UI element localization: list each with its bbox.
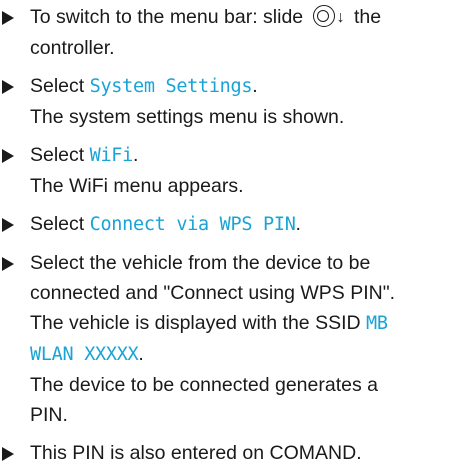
- step-line: This PIN is also entered on COMAND.: [30, 442, 362, 464]
- step-text: To switch to the menu bar: slide: [30, 6, 304, 28]
- step-arrow-icon: [2, 11, 14, 25]
- menu-item-wifi: WiFi: [89, 145, 134, 166]
- step-text: the: [353, 6, 382, 28]
- step-result: PIN.: [30, 404, 68, 426]
- step-text: .: [295, 213, 301, 235]
- step-line: To switch to the menu bar: slide ↓ the: [30, 2, 455, 33]
- step-text: .: [252, 75, 258, 97]
- step-text: Select: [30, 75, 85, 97]
- step-text: Select: [30, 144, 85, 166]
- step-line: Select System Settings.: [30, 71, 455, 102]
- step-result: The device to be connected generates a: [30, 374, 378, 396]
- ssid-label: WLAN XXXXX: [30, 344, 139, 365]
- step-arrow-icon: [2, 257, 14, 271]
- step-select-system-settings: Select System Settings. The system setti…: [0, 71, 455, 132]
- step-line: controller.: [30, 37, 115, 59]
- step-text: Select: [30, 213, 85, 235]
- step-arrow-icon: [2, 218, 14, 232]
- step-line: connected and "Connect using WPS PIN".: [30, 282, 396, 304]
- step-result: The vehicle is displayed with the SSID M…: [30, 308, 455, 339]
- controller-ring-icon: [312, 5, 335, 27]
- step-text: The vehicle is displayed with the SSID: [30, 312, 361, 334]
- step-result: WLAN XXXXX.: [30, 339, 455, 370]
- step-select-wifi: Select WiFi. The WiFi menu appears.: [0, 140, 455, 201]
- step-switch-menu-bar: To switch to the menu bar: slide ↓ the c…: [0, 2, 455, 63]
- step-result: The WiFi menu appears.: [30, 175, 244, 197]
- ssid-label: MB: [366, 313, 388, 334]
- step-select-wps-pin: Select Connect via WPS PIN.: [0, 209, 455, 240]
- step-arrow-icon: [2, 80, 14, 94]
- slide-down-arrow-icon: ↓: [336, 9, 345, 26]
- instruction-steps: To switch to the menu bar: slide ↓ the c…: [0, 2, 455, 476]
- step-text: .: [132, 144, 139, 166]
- step-line: Select the vehicle from the device to be: [30, 252, 371, 274]
- step-result: The system settings menu is shown.: [30, 106, 345, 128]
- step-line: Select Connect via WPS PIN.: [30, 209, 455, 240]
- step-arrow-icon: [2, 447, 14, 461]
- menu-item-connect-via-wps-pin: Connect via WPS PIN: [89, 214, 296, 235]
- step-text: .: [138, 343, 144, 365]
- menu-item-system-settings: System Settings: [89, 76, 253, 97]
- step-arrow-icon: [2, 149, 14, 163]
- step-enter-pin: This PIN is also entered on COMAND.: [0, 438, 455, 468]
- step-select-vehicle: Select the vehicle from the device to be…: [0, 248, 455, 430]
- step-line: Select WiFi.: [30, 140, 455, 171]
